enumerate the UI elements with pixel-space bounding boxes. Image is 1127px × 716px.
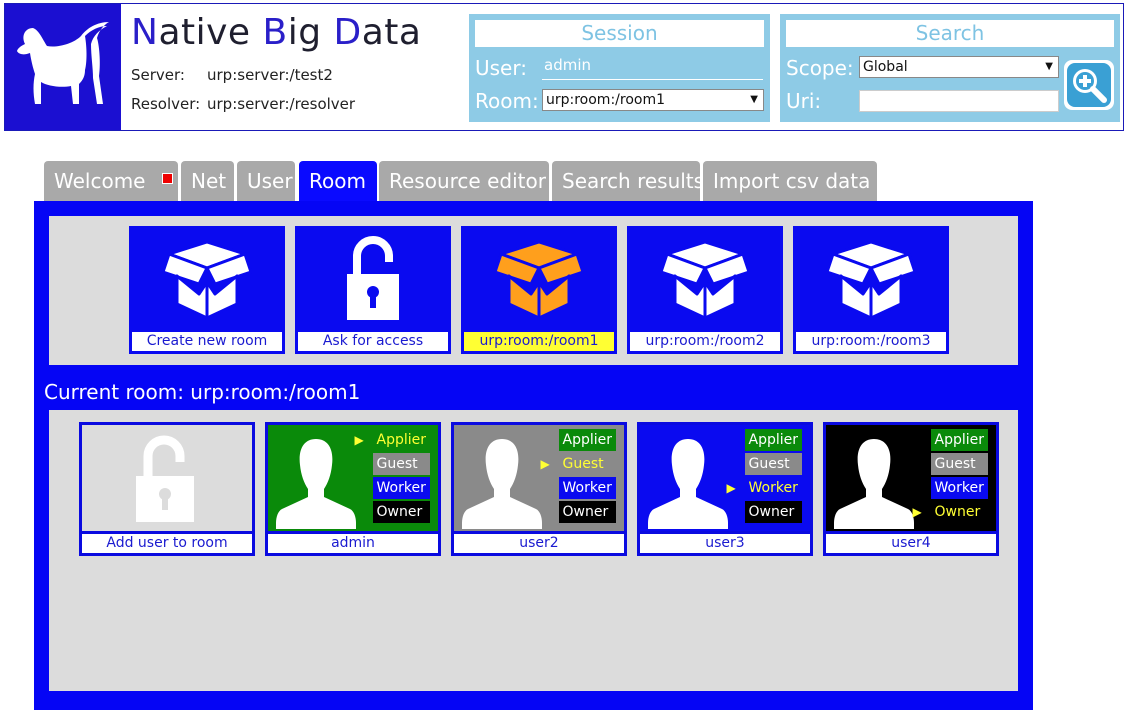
server-label: Server: [131,66,185,84]
role-guest[interactable]: Guest [930,453,988,475]
role-applier[interactable]: Applier [558,429,616,451]
room-card-room2[interactable]: urp:room:/room2 [627,226,783,354]
room-card-room3[interactable]: urp:room:/room3 [793,226,949,354]
user-card-user3[interactable]: Applier Guest ▶ Worker Owner user3 [637,422,813,556]
room-card-label: urp:room:/room3 [796,332,946,351]
tab-welcome[interactable]: Welcome [44,161,178,201]
role-owner[interactable]: ▶ Owner [913,501,989,523]
role-guest[interactable]: ▶ Guest [541,453,617,475]
session-room-select[interactable]: urp:room:/room1 ▼ [542,89,764,111]
dropdown-caret-icon: ▼ [1045,61,1053,72]
tab-user[interactable]: User [237,161,295,201]
create-room-button[interactable]: Create new room [129,226,285,354]
user-avatar-icon [276,439,356,529]
tab-search-results[interactable]: Search results [552,161,704,201]
session-title: Session [475,20,764,47]
user-card-label: admin [268,534,438,553]
ask-access-button[interactable]: Ask for access [295,226,451,354]
role-applier[interactable]: Applier [930,429,988,451]
app-header: Native Big Data Server: urp:server:/test2… [4,3,1124,131]
rooms-list: Create new room Ask for access urp:room:… [49,216,1018,365]
role-applier[interactable]: ▶ Applier [355,429,431,451]
role-list: Applier Guest ▶ Worker Owner [727,429,803,525]
role-guest[interactable]: Guest [372,453,430,475]
room-tab-panel: Create new room Ask for access urp:room:… [34,201,1033,710]
user-avatar-icon [648,439,728,529]
user-card-user4[interactable]: Applier Guest Worker ▶ Owner user4 [823,422,999,556]
role-guest[interactable]: Guest [744,453,802,475]
user-card-admin[interactable]: ▶ Applier Guest Worker Owner admin [265,422,441,556]
search-scope-select[interactable]: Global ▼ [859,56,1059,78]
role-applier[interactable]: Applier [744,429,802,451]
role-list: Applier Guest Worker ▶ Owner [913,429,989,525]
role-list: ▶ Applier Guest Worker Owner [355,429,431,525]
zoom-in-icon [1067,63,1111,107]
server-value: urp:server:/test2 [207,66,333,84]
box-icon [659,240,751,320]
user-card-user2[interactable]: Applier ▶ Guest Worker Owner user2 [451,422,627,556]
user-avatar-icon [834,439,914,529]
unlock-icon [347,236,399,320]
search-uri-input[interactable] [859,90,1059,112]
search-panel: Search Scope: Global ▼ Uri: [780,14,1120,122]
search-title: Search [786,20,1114,47]
resolver-info: Resolver: urp:server:/resolver [131,95,355,113]
dog-logo-icon [17,22,109,104]
session-user-label: User: [475,56,527,80]
box-icon [493,240,585,320]
current-role-arrow-icon: ▶ [912,505,922,519]
room-card-room1[interactable]: urp:room:/room1 [461,226,617,354]
search-uri-label: Uri: [786,89,822,113]
role-worker[interactable]: ▶ Worker [727,477,803,499]
dropdown-caret-icon: ▼ [750,94,758,105]
current-room-heading: Current room: urp:room:/room1 [44,380,361,404]
search-button[interactable] [1064,60,1114,110]
role-owner[interactable]: Owner [744,501,802,523]
room-card-label: Create new room [132,332,282,351]
room-card-label: urp:room:/room2 [630,332,780,351]
current-role-arrow-icon: ▶ [726,481,736,495]
resolver-value: urp:server:/resolver [207,95,356,113]
tab-resource-editor[interactable]: Resource editor [379,161,549,201]
tab-import-csv-data[interactable]: Import csv data [703,161,877,201]
session-user-value: admin [542,56,763,80]
unlock-icon [136,435,194,522]
role-worker[interactable]: Worker [930,477,988,499]
room-card-label: Ask for access [298,332,448,351]
user-avatar-icon [462,439,542,529]
room-users-list: Add user to room ▶ Applier Guest Worker O… [49,410,1018,691]
box-icon [825,240,917,320]
logo [5,4,121,130]
role-owner[interactable]: Owner [558,501,616,523]
tab-room[interactable]: Room [299,161,377,201]
box-icon [161,240,253,320]
user-card-label: user2 [454,534,624,553]
current-role-arrow-icon: ▶ [540,457,550,471]
resolver-label: Resolver: [131,95,201,113]
tab-net[interactable]: Net [181,161,234,201]
user-card-label: user4 [826,534,996,553]
session-panel: Session User: admin Room: urp:room:/room… [469,14,770,122]
session-room-value: urp:room:/room1 [546,92,666,108]
current-role-arrow-icon: ▶ [354,433,364,447]
room-card-label: urp:room:/room1 [464,332,614,351]
search-scope-value: Global [863,59,908,75]
role-list: Applier ▶ Guest Worker Owner [541,429,617,525]
server-info: Server: urp:server:/test2 [131,66,333,84]
notification-badge [162,173,173,184]
add-user-button[interactable]: Add user to room [79,422,255,556]
search-scope-label: Scope: [786,56,854,80]
role-worker[interactable]: Worker [372,477,430,499]
session-room-label: Room: [475,89,539,113]
user-card-label: Add user to room [82,534,252,553]
role-worker[interactable]: Worker [558,477,616,499]
role-owner[interactable]: Owner [372,501,430,523]
app-title: Native Big Data [131,12,422,53]
user-card-label: user3 [640,534,810,553]
